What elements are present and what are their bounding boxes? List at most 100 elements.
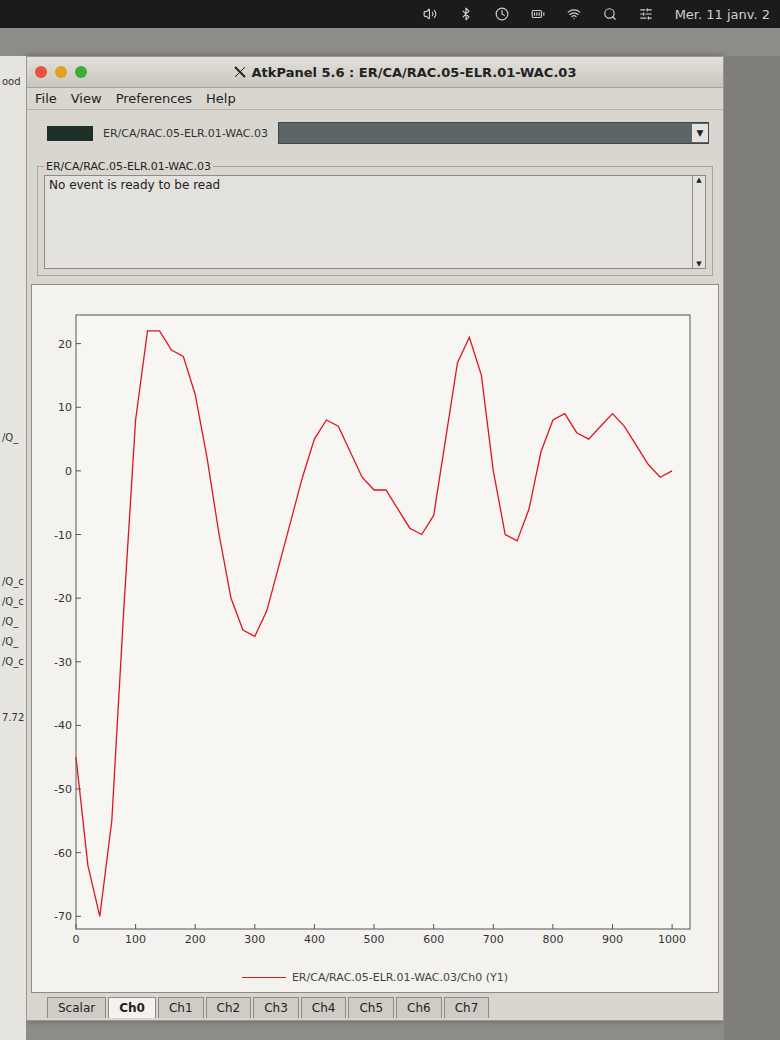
tab[interactable]: Ch0 (108, 997, 156, 1018)
x-tick: 900 (602, 924, 623, 946)
menubar-date[interactable]: Mer. 11 janv. 2 (675, 7, 770, 22)
svg-text:0: 0 (73, 933, 80, 946)
events-box[interactable]: No event is ready to be read▲▼ (44, 175, 706, 269)
svg-text:-30: -30 (54, 656, 72, 669)
tab[interactable]: Ch4 (301, 997, 347, 1018)
zoom-button[interactable] (75, 66, 87, 78)
status-icon[interactable] (567, 7, 581, 21)
desktop-background (724, 56, 780, 1040)
background-text: /Q_c (2, 596, 24, 607)
tab[interactable]: Scalar (47, 997, 106, 1018)
menu-item[interactable]: Preferences (116, 91, 192, 106)
y-tick: -60 (54, 847, 81, 860)
background-text: /Q_c (2, 656, 24, 667)
x-tick: 400 (304, 924, 325, 946)
status-icon[interactable] (495, 7, 509, 21)
tab[interactable]: Ch5 (348, 997, 394, 1018)
desktop: ood/Q_ /Q_c/Q_c/Q_ /Q_ /Q_c 7.72 AtkPanel 5.6… (0, 28, 780, 1040)
status-icon[interactable] (423, 7, 437, 21)
x11-icon (234, 66, 246, 78)
x-tick: 200 (185, 924, 206, 946)
menu-item[interactable]: View (71, 91, 102, 106)
background-window[interactable]: ood/Q_ /Q_c/Q_c/Q_ /Q_ /Q_c 7.72 (0, 56, 26, 1040)
close-button[interactable] (35, 66, 47, 78)
background-text: /Q_c (2, 576, 24, 587)
svg-text:10: 10 (58, 401, 72, 414)
status-icon[interactable] (459, 7, 473, 21)
y-tick: 20 (58, 338, 81, 351)
series-line (76, 331, 672, 916)
y-tick: -50 (54, 783, 81, 796)
x-tick: 0 (73, 924, 80, 946)
svg-text:-10: -10 (54, 529, 72, 542)
x-tick: 700 (483, 924, 504, 946)
svg-text:-20: -20 (54, 592, 72, 605)
status-icon[interactable] (603, 7, 617, 21)
y-tick: -30 (54, 656, 81, 669)
svg-text:900: 900 (602, 933, 623, 946)
svg-text:100: 100 (125, 933, 146, 946)
x-tick: 800 (542, 924, 563, 946)
chart-legend: ER/CA/RAC.05-ELR.01-WAC.03/Ch0 (Y1) (242, 969, 508, 988)
x-tick: 100 (125, 924, 146, 946)
background-text: ood (2, 76, 21, 87)
attribute-combo[interactable]: ▼ (278, 122, 709, 144)
background-text: /Q_ (2, 636, 18, 647)
attribute-row: ER/CA/RAC.05-ELR.01-WAC.03 ▼ (27, 110, 723, 156)
svg-text:1000: 1000 (658, 933, 686, 946)
svg-text:200: 200 (185, 933, 206, 946)
svg-text:-40: -40 (54, 719, 72, 732)
background-text: /Q_ (2, 616, 18, 627)
status-icon[interactable] (639, 7, 653, 21)
y-tick: -20 (54, 592, 81, 605)
scroll-down-icon[interactable]: ▼ (696, 260, 701, 268)
events-message: No event is ready to be read (45, 176, 692, 268)
tab[interactable]: Ch6 (396, 997, 442, 1018)
tab[interactable]: Ch2 (206, 997, 252, 1018)
y-tick: 10 (58, 401, 81, 414)
screen: Mer. 11 janv. 2 ood/Q_ /Q_c/Q_c/Q_ /Q_ /Q_c 7… (0, 0, 780, 1040)
y-tick: -10 (54, 529, 81, 542)
svg-text:-60: -60 (54, 847, 72, 860)
menu-bar: File View Preferences Help (27, 88, 723, 110)
svg-text:0: 0 (65, 465, 72, 478)
menu-item[interactable]: File (35, 91, 57, 106)
scroll-up-icon[interactable]: ▲ (696, 176, 701, 184)
chart-panel: 20100-10-20-30-40-50-60-7001002003004005… (31, 284, 719, 993)
svg-text:600: 600 (423, 933, 444, 946)
svg-text:500: 500 (364, 933, 385, 946)
tab[interactable]: Ch1 (158, 997, 204, 1018)
x-tick: 500 (364, 924, 385, 946)
y-tick: 0 (65, 465, 81, 478)
scrollbar[interactable]: ▲▼ (692, 176, 705, 268)
minimize-button[interactable] (55, 66, 67, 78)
attribute-label: ER/CA/RAC.05-ELR.01-WAC.03 (103, 127, 268, 140)
tab-bar: ScalarCh0Ch1Ch2Ch3Ch4Ch5Ch6Ch7 (27, 993, 723, 1020)
legend-line (242, 977, 286, 978)
background-text: /Q_ (2, 432, 18, 443)
atkpanel-window: AtkPanel 5.6 : ER/CA/RAC.05-ELR.01-WAC.0… (26, 56, 724, 1021)
svg-text:800: 800 (542, 933, 563, 946)
dropdown-icon[interactable]: ▼ (692, 124, 708, 142)
svg-text:20: 20 (58, 338, 72, 351)
plot-area (76, 315, 690, 929)
svg-text:-50: -50 (54, 783, 72, 796)
state-swatch (47, 126, 93, 141)
status-icon[interactable] (531, 7, 545, 21)
system-menubar: Mer. 11 janv. 2 (0, 0, 780, 28)
svg-text:700: 700 (483, 933, 504, 946)
svg-text:300: 300 (244, 933, 265, 946)
y-tick: -70 (54, 910, 81, 923)
menu-item[interactable]: Help (206, 91, 236, 106)
events-title: ER/CA/RAC.05-ELR.01-WAC.03 (44, 160, 213, 173)
window-title: AtkPanel 5.6 : ER/CA/RAC.05-ELR.01-WAC.0… (95, 65, 715, 80)
background-text: 7.72 (2, 712, 24, 723)
y-tick: -40 (54, 719, 81, 732)
tab[interactable]: Ch7 (444, 997, 490, 1018)
svg-text:400: 400 (304, 933, 325, 946)
svg-text:-70: -70 (54, 910, 72, 923)
signal-chart: 20100-10-20-30-40-50-60-7001002003004005… (30, 289, 720, 969)
tab[interactable]: Ch3 (253, 997, 299, 1018)
title-bar[interactable]: AtkPanel 5.6 : ER/CA/RAC.05-ELR.01-WAC.0… (27, 57, 723, 88)
x-tick: 1000 (658, 924, 686, 946)
